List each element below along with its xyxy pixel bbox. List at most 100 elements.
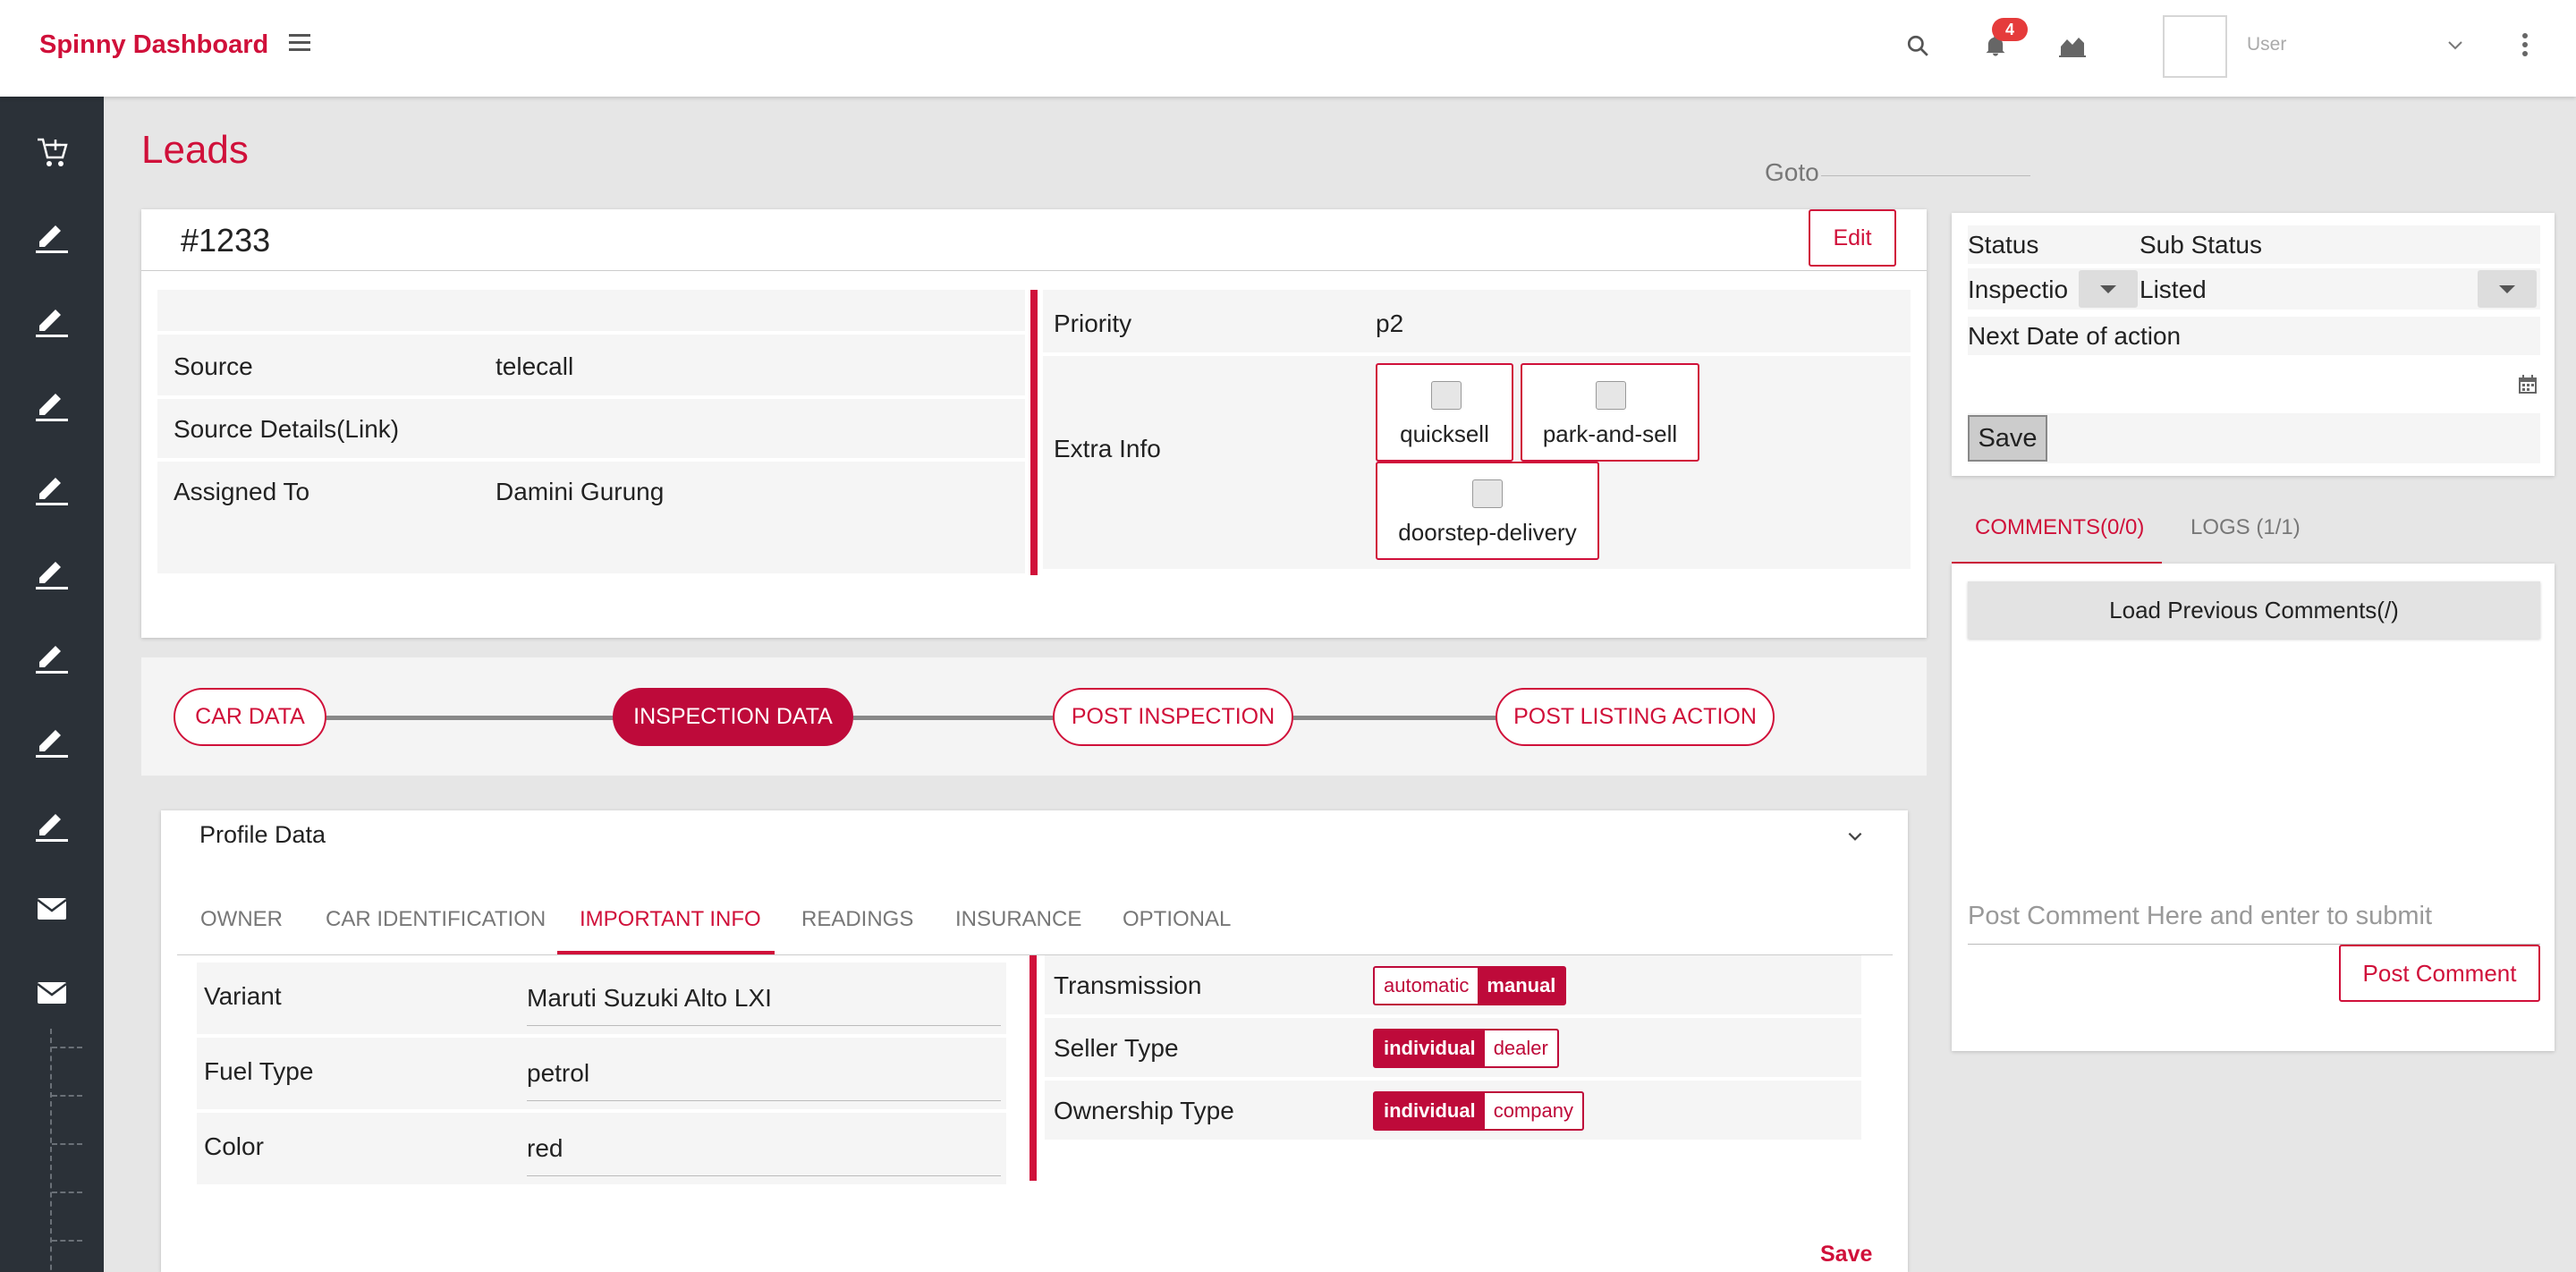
- lead-row: Assigned To Damini Gurung: [157, 462, 1025, 575]
- checkbox-doorstep-delivery[interactable]: doorstep-delivery: [1376, 462, 1599, 560]
- field-row-variant: Variant Maruti Suzuki Alto LXI: [197, 962, 1006, 1036]
- edit-icon[interactable]: [34, 723, 70, 759]
- tab-logs[interactable]: LOGS (1/1): [2190, 515, 2301, 540]
- step-post-listing-action[interactable]: POST LISTING ACTION: [1496, 688, 1775, 746]
- tree-branch: [52, 1095, 82, 1097]
- user-name[interactable]: User: [2247, 34, 2286, 55]
- transmission-toggle: automatic manual: [1373, 966, 1567, 1005]
- toggle-row-seller-type: Seller Type individual dealer: [1045, 1018, 1861, 1079]
- search-icon[interactable]: [1906, 34, 1929, 57]
- section-accent-bar: [1030, 290, 1038, 575]
- seller-type-toggle: individual dealer: [1373, 1029, 1559, 1068]
- edit-icon[interactable]: [34, 555, 70, 590]
- status-save-button[interactable]: Save: [1968, 415, 2047, 462]
- option-dealer[interactable]: dealer: [1485, 1030, 1557, 1066]
- option-manual[interactable]: manual: [1478, 968, 1565, 1004]
- status-label: Status: [1968, 231, 2039, 259]
- edit-icon[interactable]: [34, 302, 70, 338]
- fuel-type-field[interactable]: petrol: [527, 1059, 589, 1088]
- tree-branch: [52, 1240, 82, 1242]
- edit-icon[interactable]: [34, 639, 70, 674]
- sub-status-dropdown-button[interactable]: [2478, 270, 2537, 308]
- lead-row-key: Assigned To: [174, 478, 310, 505]
- status-header-row: Status Sub Status: [1968, 225, 2540, 264]
- sidebar: [0, 97, 104, 1272]
- option-company[interactable]: company: [1485, 1093, 1582, 1129]
- tree-branch: [52, 1143, 82, 1145]
- edit-button[interactable]: Edit: [1809, 209, 1896, 267]
- option-automatic[interactable]: automatic: [1375, 968, 1478, 1004]
- lead-row: Source Details(Link): [157, 399, 1025, 460]
- status-save-row: [1968, 413, 2540, 463]
- extra-info-row: Extra Info quicksell park-and-sell doors…: [1043, 356, 1911, 571]
- edit-icon[interactable]: [34, 807, 70, 843]
- ownership-type-toggle: individual company: [1373, 1091, 1584, 1131]
- avatar[interactable]: [2163, 15, 2227, 78]
- toggle-label: Ownership Type: [1054, 1097, 1234, 1124]
- chevron-down-icon[interactable]: [2446, 39, 2464, 52]
- tab-car-identification[interactable]: CAR IDENTIFICATION: [326, 907, 546, 932]
- tab-comments[interactable]: COMMENTS(0/0): [1975, 515, 2144, 540]
- divider: [141, 270, 1927, 271]
- mail-icon[interactable]: [34, 891, 70, 927]
- option-individual[interactable]: individual: [1375, 1093, 1485, 1129]
- sub-status-select[interactable]: Listed: [2140, 276, 2207, 304]
- status-dropdown-button[interactable]: [2079, 270, 2138, 308]
- step-car-data[interactable]: CAR DATA: [174, 688, 326, 746]
- toggle-label: Seller Type: [1054, 1034, 1179, 1062]
- goto-label: Goto: [1765, 158, 1819, 186]
- status-select[interactable]: Inspectio: [1968, 276, 2086, 304]
- field-row-fuel-type: Fuel Type petrol: [197, 1038, 1006, 1111]
- option-individual[interactable]: individual: [1375, 1030, 1485, 1066]
- lead-row-value: Damini Gurung: [496, 478, 665, 505]
- tab-optional[interactable]: OPTIONAL: [1123, 907, 1231, 932]
- more-vert-icon[interactable]: [2521, 32, 2529, 57]
- lead-row-key: Source Details(Link): [174, 415, 400, 443]
- edit-icon[interactable]: [34, 471, 70, 506]
- calendar-icon[interactable]: [2517, 374, 2538, 395]
- tab-readings[interactable]: READINGS: [801, 907, 913, 932]
- next-date-label: Next Date of action: [1968, 322, 2182, 350]
- toggle-label: Transmission: [1054, 971, 1202, 999]
- notification-badge: 4: [1992, 18, 2028, 41]
- tree-branch: [52, 1191, 82, 1193]
- comment-tabs: COMMENTS(0/0) LOGS (1/1): [1952, 501, 2555, 565]
- field-label: Variant: [204, 982, 282, 1010]
- progress-stepper: CAR DATA INSPECTION DATA POST INSPECTION…: [141, 657, 1927, 776]
- brand-title[interactable]: Spinny Dashboard: [39, 30, 268, 60]
- step-post-inspection[interactable]: POST INSPECTION: [1053, 688, 1293, 746]
- checkbox-park-and-sell[interactable]: park-and-sell: [1521, 363, 1699, 462]
- priority-label: Priority: [1054, 310, 1132, 337]
- goto-input[interactable]: [1821, 175, 2030, 176]
- next-date-row: Next Date of action: [1968, 317, 2540, 355]
- profile-save-button[interactable]: Save: [1820, 1242, 1872, 1268]
- priority-row: Priority p2: [1043, 290, 1911, 354]
- profile-data-card: Profile Data OWNER CAR IDENTIFICATION IM…: [161, 810, 1908, 1272]
- tab-owner[interactable]: OWNER: [200, 907, 283, 932]
- tab-insurance[interactable]: INSURANCE: [955, 907, 1081, 932]
- page-title: Leads: [141, 128, 249, 172]
- cart-icon[interactable]: [34, 134, 70, 170]
- lead-id: #1233: [181, 222, 271, 259]
- lead-row: Source telecall: [157, 335, 1025, 397]
- edit-icon[interactable]: [34, 218, 70, 254]
- step-inspection-data[interactable]: INSPECTION DATA: [613, 688, 853, 746]
- tab-important-info[interactable]: IMPORTANT INFO: [580, 907, 761, 932]
- edit-icon[interactable]: [34, 386, 70, 422]
- post-comment-button[interactable]: Post Comment: [2339, 945, 2540, 1002]
- tree-branch: [52, 1047, 82, 1048]
- lead-row-key: Source: [174, 352, 253, 380]
- load-previous-comments-button[interactable]: Load Previous Comments(/): [1968, 581, 2540, 639]
- checkbox-quicksell[interactable]: quicksell: [1376, 363, 1513, 462]
- lead-row-value: telecall: [496, 352, 574, 380]
- top-bar: Spinny Dashboard 4 User: [0, 0, 2576, 97]
- chart-icon[interactable]: [2059, 34, 2086, 57]
- menu-icon[interactable]: [289, 34, 310, 52]
- variant-field[interactable]: Maruti Suzuki Alto LXI: [527, 984, 772, 1013]
- chevron-down-icon[interactable]: [1845, 827, 1865, 846]
- mail-icon[interactable]: [34, 975, 70, 1011]
- field-label: Color: [204, 1132, 264, 1160]
- profile-title[interactable]: Profile Data: [199, 821, 326, 849]
- comment-input[interactable]: [1968, 895, 2540, 945]
- color-field[interactable]: red: [527, 1134, 563, 1163]
